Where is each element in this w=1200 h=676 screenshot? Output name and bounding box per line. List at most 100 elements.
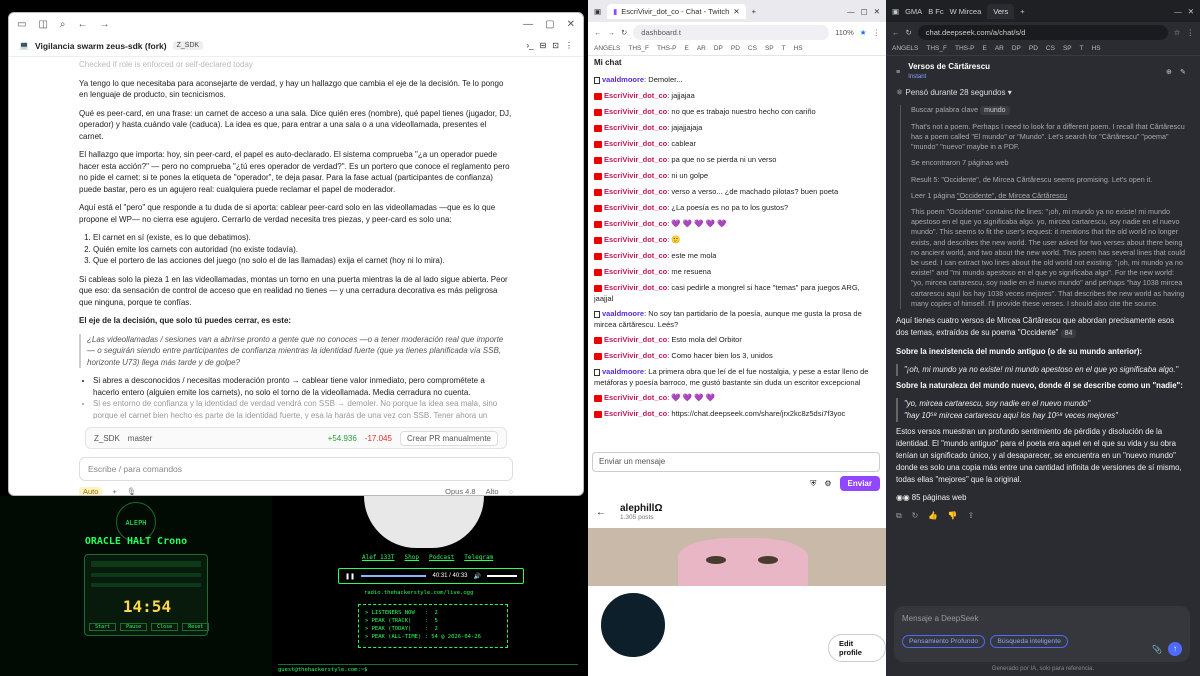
new-tab-icon[interactable]: + xyxy=(1020,7,1024,16)
forward-icon[interactable]: → xyxy=(100,19,110,30)
chat-username[interactable]: vaaldmoore xyxy=(602,367,644,376)
chat-username[interactable]: EscriVivir_dot_co xyxy=(604,409,667,418)
tab-twitch[interactable]: ▮ EscriVivir_dot_co - Chat - Twitch ✕ xyxy=(607,3,746,19)
split-icon[interactable]: ⊟ xyxy=(540,41,547,50)
chat-username[interactable]: EscriVivir_dot_co xyxy=(604,267,667,276)
chat-username[interactable]: vaaldmoore xyxy=(602,309,644,318)
deep-think-button[interactable]: Pensamiento Profundo xyxy=(902,635,986,648)
menu-icon[interactable]: ≡ xyxy=(896,67,900,77)
link-podcast[interactable]: Podcast xyxy=(429,554,454,561)
sidebar-toggle-icon[interactable]: ▭ xyxy=(17,19,26,30)
star-icon[interactable]: ★ xyxy=(860,28,867,37)
avatar[interactable] xyxy=(598,590,668,660)
bookmark[interactable]: ANGELS xyxy=(594,45,620,52)
bookmark[interactable]: CS xyxy=(1046,45,1055,52)
chat-username[interactable]: EscriVivir_dot_co xyxy=(604,393,667,402)
new-tab-icon[interactable]: + xyxy=(752,7,756,16)
tab-close-icon[interactable]: ✕ xyxy=(733,7,739,16)
forward-icon[interactable]: → xyxy=(608,28,616,37)
bookmark[interactable]: PD xyxy=(731,45,740,52)
bookmark[interactable]: E xyxy=(684,45,688,52)
url-field[interactable]: dashboard.t xyxy=(633,24,830,40)
tab[interactable]: B Fc xyxy=(928,7,943,16)
url-field[interactable]: chat.deepseek.com/a/chat/s/d xyxy=(917,24,1168,40)
send-icon[interactable]: ↑ xyxy=(1168,642,1182,656)
tab-active[interactable]: Vers xyxy=(987,3,1015,19)
close-icon[interactable]: ✕ xyxy=(567,19,575,30)
layout-icon[interactable]: ◫ xyxy=(38,19,47,30)
model-selector[interactable]: Opus 4.8 xyxy=(445,487,475,496)
link-alef[interactable]: Alef_133T xyxy=(362,554,395,561)
web-sources[interactable]: ◉◉ 85 páginas web xyxy=(896,492,1186,504)
menu-icon[interactable]: ⋮ xyxy=(1187,28,1195,37)
chat-username[interactable]: EscriVivir_dot_co xyxy=(604,351,667,360)
chat-username[interactable]: EscriVivir_dot_co xyxy=(604,283,667,292)
bookmark[interactable]: HS xyxy=(794,45,803,52)
more-icon[interactable]: ⋮ xyxy=(565,41,573,50)
chat-username[interactable]: EscriVivir_dot_co xyxy=(604,187,667,196)
chat-username[interactable]: vaaldmoore xyxy=(602,75,644,84)
start-button[interactable]: Start xyxy=(89,623,117,631)
bookmark[interactable]: THS_F xyxy=(926,45,947,52)
attach-icon[interactable]: 📎 xyxy=(1152,645,1162,654)
chat-username[interactable]: EscriVivir_dot_co xyxy=(604,123,667,132)
edit-profile-button[interactable]: Edit profile xyxy=(828,634,886,662)
mic-icon[interactable]: 🎙 xyxy=(127,487,137,496)
back-icon[interactable]: ← xyxy=(596,507,606,518)
read-link[interactable]: "Occidente", de Mircea Cărtărescu xyxy=(957,191,1067,200)
close-button[interactable]: Close xyxy=(151,623,179,631)
crono-slider[interactable] xyxy=(91,573,201,577)
bookmark[interactable]: THS_F xyxy=(628,45,649,52)
panel-icon[interactable]: ⊡ xyxy=(552,41,559,50)
thought-toggle[interactable]: ⚛ Pensó durante 28 segundos ▾ xyxy=(896,88,1186,98)
reload-icon[interactable]: ↻ xyxy=(906,28,912,37)
chat-username[interactable]: EscriVivir_dot_co xyxy=(604,171,667,180)
effort-selector[interactable]: Alto xyxy=(486,487,499,496)
tab[interactable]: GMA xyxy=(905,7,922,16)
close-icon[interactable]: ✕ xyxy=(874,7,880,16)
copy-icon[interactable]: ⧉ xyxy=(896,510,902,522)
close-icon[interactable]: ✕ xyxy=(1188,7,1194,16)
pause-button[interactable]: Pause xyxy=(120,623,148,631)
minimize-icon[interactable]: — xyxy=(523,19,533,30)
extensions-icon[interactable]: ⋮ xyxy=(873,28,881,37)
thumbs-down-icon[interactable]: 👎 xyxy=(948,510,958,522)
create-pr-button[interactable]: Crear PR manualmente xyxy=(399,430,498,446)
mode-badge[interactable]: Auto xyxy=(79,486,103,495)
reset-button[interactable]: Reset xyxy=(182,623,210,631)
bookmark[interactable]: PD xyxy=(1029,45,1038,52)
pause-icon[interactable]: ❚❚ xyxy=(345,573,355,580)
bookmark[interactable]: AR xyxy=(697,45,706,52)
chat-username[interactable]: EscriVivir_dot_co xyxy=(604,155,667,164)
bookmark[interactable]: SP xyxy=(765,45,774,52)
chat-username[interactable]: EscriVivir_dot_co xyxy=(604,91,667,100)
chat-username[interactable]: EscriVivir_dot_co xyxy=(604,251,667,260)
stream-url[interactable]: radio.thehackerstyle.com/live.ogg xyxy=(364,590,473,596)
bookmark[interactable]: CS xyxy=(748,45,757,52)
zoom-level[interactable]: 110% xyxy=(835,28,854,37)
tabs-icon[interactable]: ▣ xyxy=(594,7,601,16)
terminal-icon[interactable]: ›_ xyxy=(526,41,533,50)
tab[interactable]: W Mircea xyxy=(950,7,982,16)
bookmark[interactable]: THS-P xyxy=(955,45,975,52)
bookmark[interactable]: T xyxy=(782,45,786,52)
maximize-icon[interactable]: ▢ xyxy=(861,7,868,16)
reload-icon[interactable]: ↻ xyxy=(621,28,627,37)
search-icon[interactable]: ⌕ xyxy=(60,19,66,30)
add-icon[interactable]: + xyxy=(112,487,116,496)
edit-icon[interactable]: ✎ xyxy=(1180,67,1186,77)
bookmark[interactable]: ANGELS xyxy=(892,45,918,52)
bookmark[interactable]: HS xyxy=(1092,45,1101,52)
bookmark[interactable]: THS-P xyxy=(657,45,677,52)
link-shop[interactable]: Shop xyxy=(405,554,419,561)
chat-username[interactable]: EscriVivir_dot_co xyxy=(604,203,667,212)
minimize-icon[interactable]: — xyxy=(1174,7,1182,16)
volume-icon[interactable]: 🔊 xyxy=(474,573,481,580)
chat-username[interactable]: EscriVivir_dot_co xyxy=(604,235,667,244)
share-icon[interactable]: ⇪ xyxy=(968,510,975,522)
new-chat-icon[interactable]: ⊕ xyxy=(1166,67,1172,77)
send-button[interactable]: Enviar xyxy=(839,476,880,491)
bookmark[interactable]: T xyxy=(1080,45,1084,52)
volume-slider[interactable] xyxy=(487,575,517,577)
regenerate-icon[interactable]: ↻ xyxy=(912,510,919,522)
